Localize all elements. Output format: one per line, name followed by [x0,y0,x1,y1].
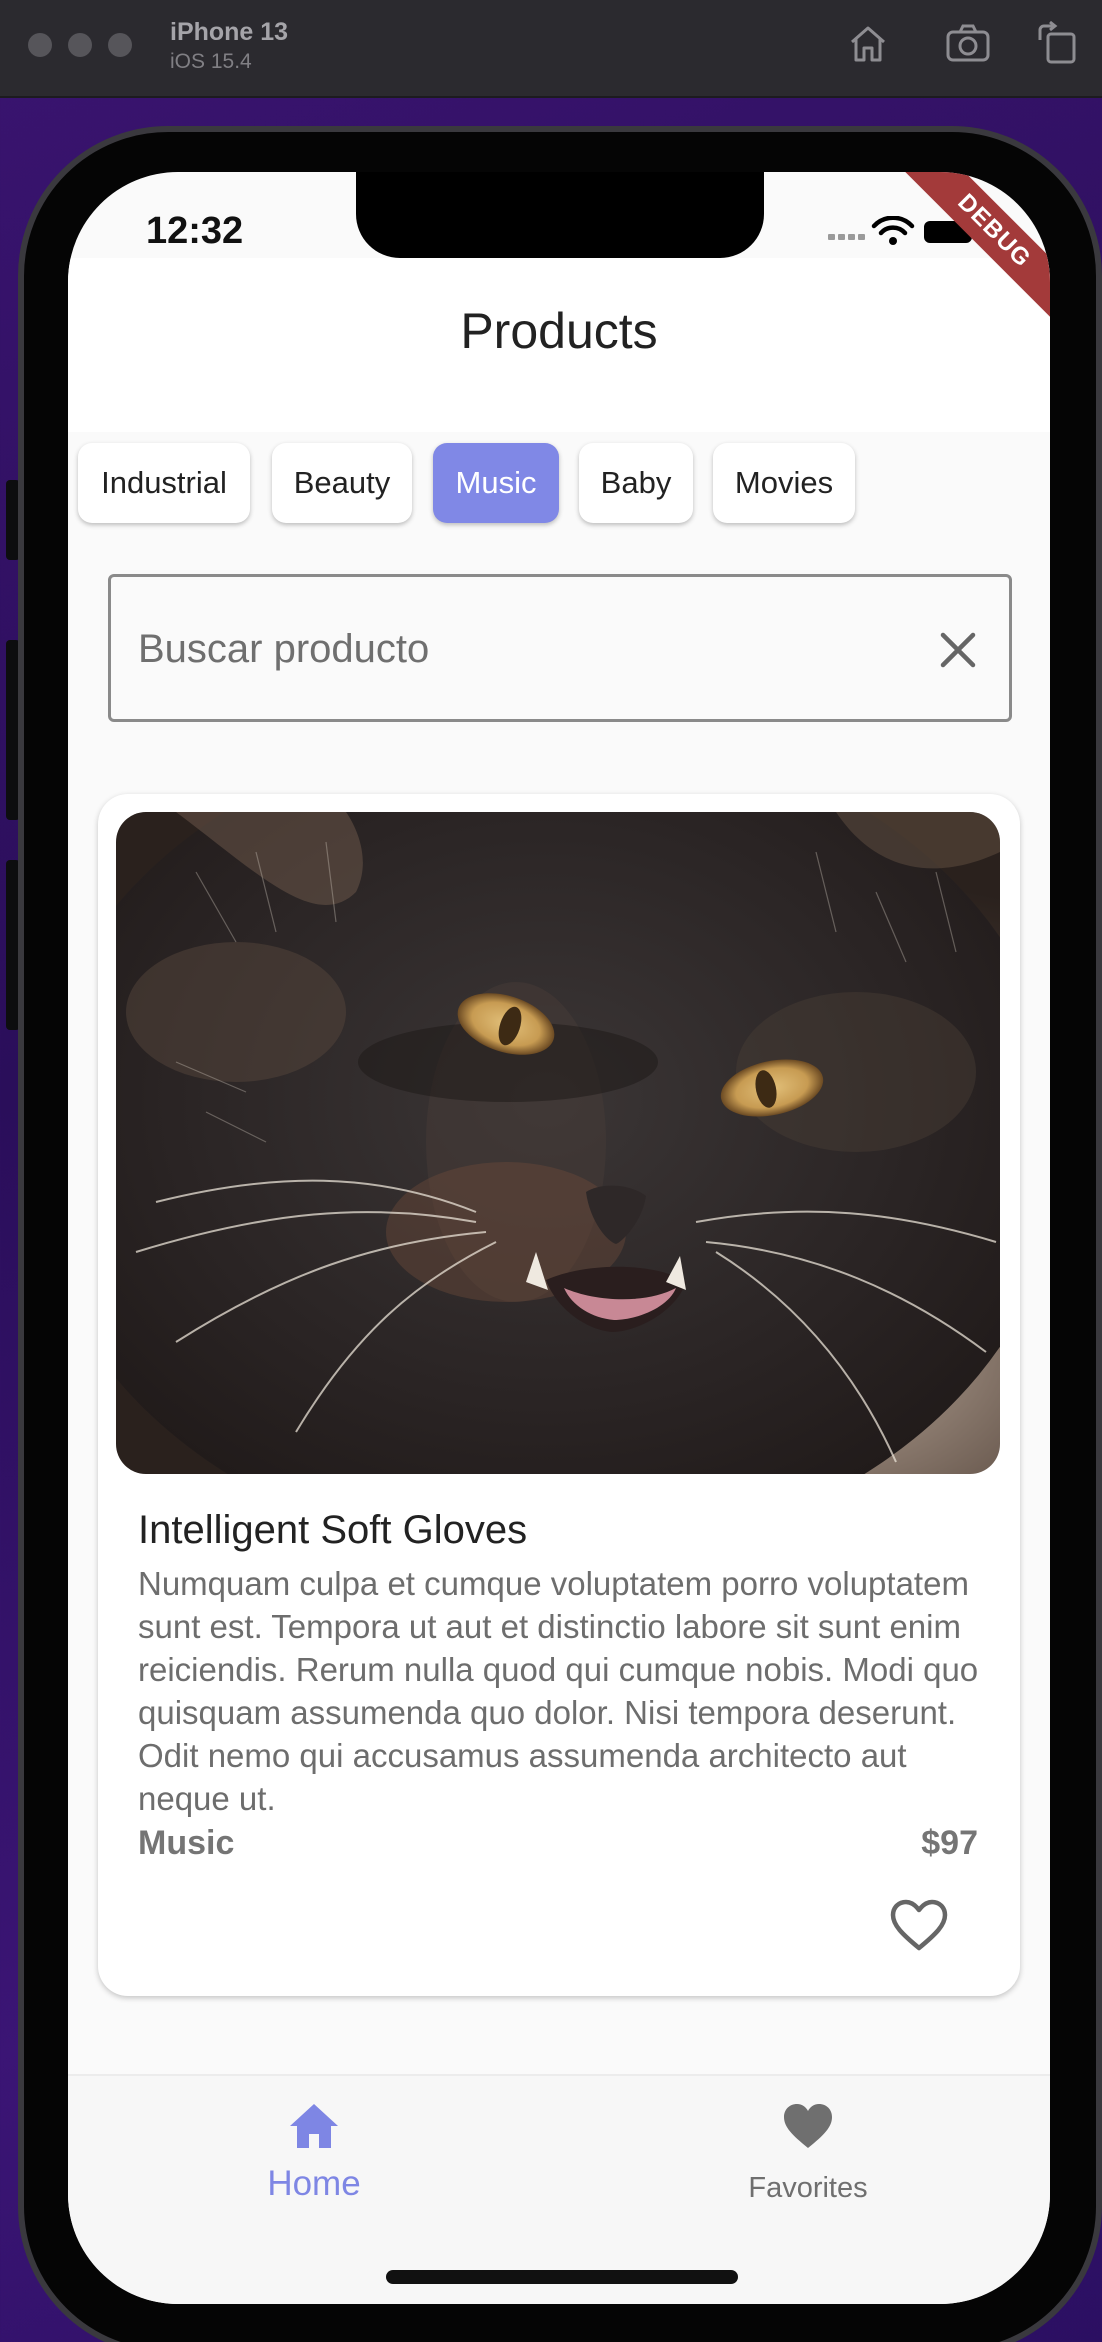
product-name: Intelligent Soft Gloves [138,1508,528,1552]
home-indicator [386,2270,738,2284]
product-category: Music [138,1824,235,1862]
minimize-window-button[interactable] [68,33,92,57]
zoom-window-button[interactable] [108,33,132,57]
device-name: iPhone 13 [170,18,289,46]
product-price: $97 [921,1824,978,1862]
product-image [116,812,1000,1474]
signal-icon [828,234,865,240]
chip-beauty[interactable]: Beauty [272,443,412,523]
chip-music[interactable]: Music [433,443,559,523]
notch [356,172,764,258]
page-title: Products [460,303,658,359]
search-field [108,574,1012,722]
phone-screen: Products 12:32 DEBUG Industrial Beauty M… [68,172,1050,2304]
rotate-icon[interactable] [1034,20,1082,68]
chip-industrial[interactable]: Industrial [78,443,250,523]
nav-favorites[interactable]: Favorites [688,2076,928,2236]
search-input[interactable] [138,621,898,677]
home-icon [290,2104,338,2148]
product-description: Numquam culpa et cumque voluptatem porro… [138,1565,979,1817]
chip-baby[interactable]: Baby [579,443,693,523]
heart-outline-icon[interactable] [888,1898,950,1954]
chip-movies[interactable]: Movies [713,443,855,523]
nav-home-label: Home [267,2164,361,2203]
home-icon[interactable] [844,20,892,68]
nav-favorites-label: Favorites [748,2172,868,2204]
simulator-toolbar: iPhone 13 iOS 15.4 [0,0,1102,98]
close-icon[interactable] [933,625,983,675]
nav-home[interactable]: Home [194,2076,434,2236]
cat-photo [116,812,1000,1474]
close-window-button[interactable] [28,33,52,57]
screenshot-icon[interactable] [944,20,992,68]
device-os-version: iOS 15.4 [170,50,252,73]
heart-icon [784,2104,832,2148]
wifi-icon [871,216,915,245]
app-bar: Products [68,258,1050,432]
status-time: 12:32 [146,210,244,252]
product-card[interactable]: Intelligent Soft Gloves Numquam culpa et… [98,794,1020,1996]
